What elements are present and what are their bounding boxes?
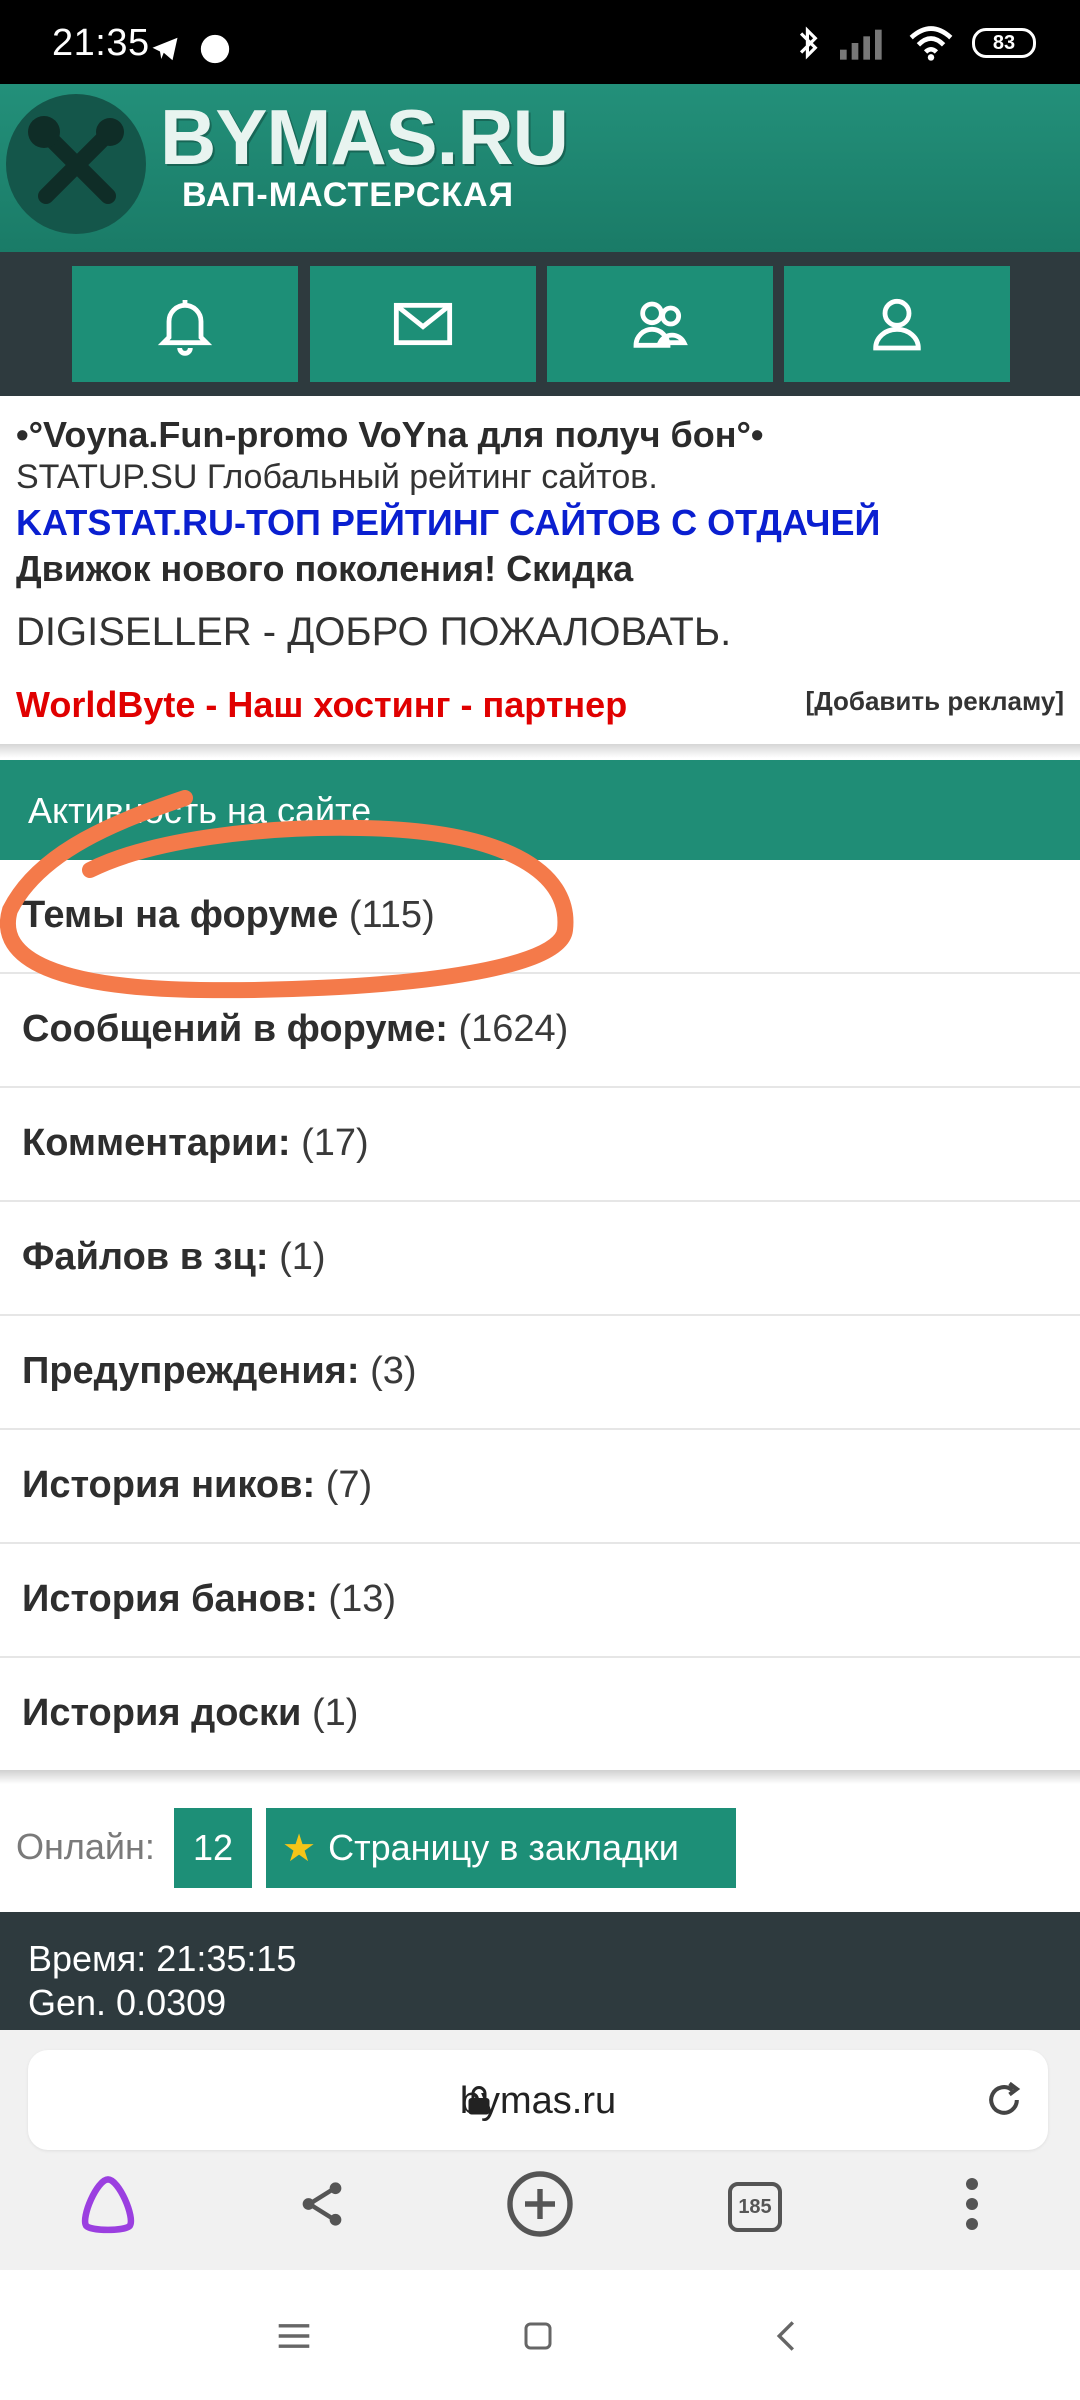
alice-assistant-button[interactable] [66, 2162, 150, 2246]
status-left-icons [148, 32, 232, 66]
ad-link[interactable]: •°Voyna.Fun-promo VoYna для получ бон°• [16, 414, 764, 456]
activity-list: Темы на форуме (115) Сообщений в форуме:… [0, 860, 1080, 1772]
plus-circle-icon [507, 2171, 573, 2237]
online-count-badge[interactable]: 12 [174, 1808, 252, 1888]
ad-link[interactable]: DIGISELLER - ДОБРО ПОЖАЛОВАТЬ. [16, 610, 731, 655]
activity-row-forum-posts[interactable]: Сообщений в форуме: (1624) [0, 974, 1080, 1088]
divider [0, 1770, 1080, 1784]
row-count: (1624) [458, 1008, 569, 1050]
share-icon [302, 2182, 342, 2226]
nav-friends-button[interactable] [547, 266, 773, 382]
status-right-icons: 83 [796, 24, 1036, 62]
activity-title: Активность на сайте [28, 790, 372, 831]
row-count: (115) [348, 894, 435, 936]
signal-icon [840, 29, 882, 60]
row-label: История ников: [22, 1464, 316, 1506]
logo-emblem [6, 94, 146, 234]
online-row: Онлайн: 12 ★ Страницу в закладки [0, 1808, 1080, 1888]
bell-icon [157, 300, 213, 356]
activity-header: Активность на сайте [0, 760, 1080, 860]
status-time: 21:35 [52, 22, 150, 64]
site-header[interactable]: ​ BYMAS.RU ВАП-МАСТЕРСКАЯ [0, 84, 1080, 252]
site-logo-subtitle: ВАП-МАСТЕРСКАЯ [182, 176, 515, 214]
site-footer: Время: 21:35:15 Gen. 0.0309 [0, 1912, 1080, 2030]
nav-messages-button[interactable] [310, 266, 536, 382]
ad-link[interactable]: Движок нового поколения! Скидка [16, 548, 633, 590]
alice-icon [81, 2176, 135, 2234]
address-bar[interactable]: bymas.ru [28, 2050, 1048, 2150]
add-ad-link[interactable]: [Добавить рекламу] [806, 686, 1064, 717]
back-button[interactable] [756, 2306, 816, 2366]
user-icon [873, 298, 921, 351]
more-vertical-icon [966, 2178, 978, 2230]
new-tab-button[interactable] [498, 2162, 582, 2246]
recents-button[interactable] [264, 2306, 324, 2366]
bluetooth-icon [799, 26, 818, 60]
generation-time: Gen. 0.0309 [28, 1982, 227, 2023]
home-button[interactable] [508, 2306, 568, 2366]
activity-row-ban-history[interactable]: История банов: (13) [0, 1544, 1080, 1658]
bookmark-button[interactable]: ★ Страницу в закладки [266, 1808, 736, 1888]
row-label: Темы на форуме [22, 894, 339, 936]
row-label: Комментарии: [22, 1122, 291, 1164]
row-count: (1) [279, 1236, 326, 1278]
row-count: (1) [311, 1692, 359, 1734]
menu-icon [278, 2324, 310, 2348]
status-bar: 21:35 83 [0, 0, 1080, 84]
system-navigation [0, 2270, 1080, 2400]
row-count: (13) [328, 1578, 396, 1620]
activity-row-comments[interactable]: Комментарии: (17) [0, 1088, 1080, 1202]
square-icon [524, 2322, 552, 2350]
activity-row-files[interactable]: Файлов в зц: (1) [0, 1202, 1080, 1316]
nav-bar [0, 252, 1080, 396]
row-count: (3) [370, 1350, 417, 1392]
back-chevron-icon [776, 2321, 795, 2351]
browser-bar: bymas.ru 185 [0, 2030, 1080, 2270]
wifi-icon [909, 26, 953, 61]
bookmark-label: Страницу в закладки [328, 1827, 679, 1868]
divider [0, 744, 1080, 758]
reload-icon[interactable] [982, 2078, 1026, 2122]
activity-row-board-history[interactable]: История доски (1) [0, 1658, 1080, 1772]
row-count: (17) [301, 1122, 369, 1164]
ads-block: •°Voyna.Fun-promo VoYna для получ бон°• … [0, 396, 1080, 744]
telegram-icon [152, 37, 178, 61]
page: 21:35 83 ​ BYMAS.RU ВАП-МАСТЕРСКАЯ [0, 0, 1080, 2400]
dot-icon [200, 34, 230, 64]
activity-row-forum-topics[interactable]: Темы на форуме (115) [0, 860, 1080, 974]
ad-link[interactable]: STATUP.SU Глобальный рейтинг сайтов. [16, 458, 658, 497]
star-icon: ★ [282, 1827, 317, 1870]
ad-link[interactable]: KATSTAT.RU-ТОП РЕЙТИНГ САЙТОВ С ОТДАЧЕЙ [16, 502, 880, 544]
share-button[interactable] [280, 2162, 364, 2246]
row-label: История доски [22, 1692, 302, 1734]
ad-link[interactable]: WorldByte - Наш хостинг - партнер [16, 684, 627, 726]
row-count: (7) [325, 1464, 373, 1506]
activity-row-nick-history[interactable]: История ников: (7) [0, 1430, 1080, 1544]
activity-row-warnings[interactable]: Предупреждения: (3) [0, 1316, 1080, 1430]
server-time: Время: 21:35:15 [28, 1938, 297, 1979]
online-label: Онлайн: [16, 1826, 155, 1867]
url-text: bymas.ru [459, 2080, 617, 2122]
nav-notifications-button[interactable] [72, 266, 298, 382]
nav-profile-button[interactable] [784, 266, 1010, 382]
row-label: Файлов в зц: [22, 1236, 269, 1278]
row-label: Сообщений в форуме: [22, 1008, 448, 1050]
users-icon [633, 301, 688, 348]
row-label: История банов: [22, 1578, 318, 1620]
tabs-count-button[interactable]: 185 [728, 2182, 782, 2232]
tools-icon [28, 116, 124, 204]
row-label: Предупреждения: [22, 1350, 360, 1392]
site-logo-title: BYMAS.RU [160, 93, 569, 181]
battery-indicator: 83 [972, 28, 1036, 58]
more-menu-button[interactable] [930, 2162, 1014, 2246]
mail-icon [393, 302, 453, 346]
